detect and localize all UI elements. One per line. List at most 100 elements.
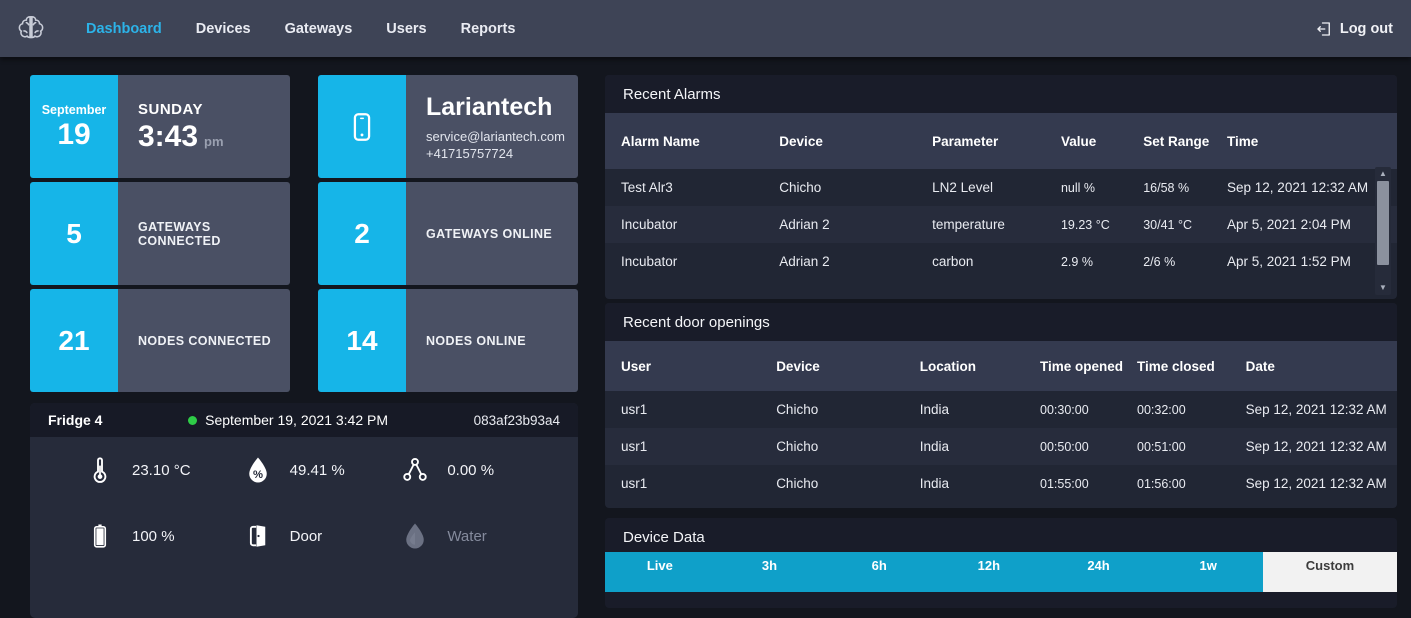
clock-time: 3:43 bbox=[138, 120, 199, 153]
recent-alarms-panel: Recent Alarms Alarm Name Device Parameter V… bbox=[605, 75, 1397, 299]
table-cell: LN2 Level bbox=[932, 180, 993, 195]
stat-value: 14 bbox=[346, 324, 378, 356]
stat-card-nodes-connected: 21 NODES CONNECTED bbox=[30, 289, 290, 392]
scroll-up-icon[interactable]: ▲ bbox=[1379, 170, 1387, 178]
time-range-bar: Live 3h 6h 12h 24h 1w Custom bbox=[605, 552, 1397, 592]
scrollbar-thumb[interactable] bbox=[1377, 181, 1389, 265]
clock-meridiem: pm bbox=[204, 134, 224, 149]
humidity-sensor: % 49.41 % bbox=[243, 437, 401, 503]
column-header: Time closed bbox=[1137, 358, 1215, 374]
stat-label: GATEWAYS ONLINE bbox=[426, 226, 553, 241]
table-cell: Incubator bbox=[621, 217, 678, 232]
logout-icon bbox=[1317, 21, 1330, 36]
nav-item-devices[interactable]: Devices bbox=[196, 21, 251, 37]
table-cell: Sep 12, 2021 12:32 AM bbox=[1245, 439, 1387, 454]
table-row: usr1 Chicho India 00:30:00 00:32:00 Sep 12, 2… bbox=[605, 391, 1397, 428]
table-cell: Adrian 2 bbox=[779, 254, 830, 269]
battery-icon bbox=[93, 524, 107, 548]
table-cell: Chicho bbox=[776, 402, 819, 417]
table-cell: 00:30:00 bbox=[1040, 402, 1089, 417]
table-cell: usr1 bbox=[621, 439, 648, 454]
sensor-grid: 23.10 °C % 49.41 % 0.00 % 100 % Door Wat… bbox=[30, 437, 578, 569]
column-header: Set Range bbox=[1143, 133, 1210, 149]
recent-door-openings-title: Recent door openings bbox=[605, 303, 1397, 341]
table-cell: Test Alr3 bbox=[621, 180, 673, 195]
table-cell: 2.9 % bbox=[1060, 254, 1093, 269]
alarms-table: Alarm Name Device Parameter Value Set Range T… bbox=[605, 113, 1397, 280]
stat-value: 5 bbox=[66, 217, 82, 249]
co2-value: 0.00 % bbox=[447, 461, 495, 479]
nav-item-users[interactable]: Users bbox=[386, 21, 426, 37]
table-cell: 01:56:00 bbox=[1137, 476, 1186, 491]
date-card-accent: September 19 bbox=[30, 75, 118, 178]
table-row: Incubator Adrian 2 temperature 19.23 °C 30/4… bbox=[605, 206, 1397, 243]
stat-card-gateways-connected: 5 GATEWAYS CONNECTED bbox=[30, 182, 290, 285]
alarms-scrollbar[interactable]: ▲ ▼ bbox=[1375, 167, 1391, 295]
table-cell: India bbox=[919, 476, 950, 491]
phone-icon bbox=[353, 112, 371, 141]
company-card: Lariantech service@lariantech.com +41715… bbox=[318, 75, 578, 178]
stat-label: GATEWAYS CONNECTED bbox=[138, 219, 221, 248]
table-cell: 2/6 % bbox=[1143, 254, 1176, 269]
stat-label: NODES ONLINE bbox=[426, 333, 526, 348]
device-status-panel: Fridge 4 September 19, 2021 3:42 PM 083a… bbox=[30, 403, 578, 618]
company-email: service@lariantech.com bbox=[426, 128, 565, 144]
range-tab-3h[interactable]: 3h bbox=[714, 552, 825, 592]
company-name: Lariantech bbox=[426, 92, 553, 121]
top-nav: Dashboard Devices Gateways Users Reports… bbox=[0, 0, 1411, 57]
thermometer-icon bbox=[93, 457, 107, 483]
water-value: Water bbox=[447, 527, 487, 545]
table-cell: Chicho bbox=[779, 180, 822, 195]
recent-alarms-title: Recent Alarms bbox=[605, 75, 1397, 113]
nav-item-reports[interactable]: Reports bbox=[461, 21, 516, 37]
temperature-sensor: 23.10 °C bbox=[85, 437, 243, 503]
table-cell: usr1 bbox=[621, 476, 648, 491]
date-card-body: SUNDAY 3:43 pm bbox=[118, 75, 290, 178]
scroll-down-icon[interactable]: ▼ bbox=[1379, 284, 1387, 292]
table-cell: Incubator bbox=[621, 254, 678, 269]
device-id: 083af23b93a4 bbox=[473, 412, 560, 428]
stat-value: 2 bbox=[354, 217, 370, 249]
brain-logo-icon[interactable] bbox=[14, 12, 48, 46]
table-row: Test Alr3 Chicho LN2 Level null % 16/58 % Sep… bbox=[605, 169, 1397, 206]
device-data-title: Device Data bbox=[605, 518, 1397, 556]
table-row: Incubator Adrian 2 carbon 2.9 % 2/6 % Apr 5, … bbox=[605, 243, 1397, 280]
humidity-icon: % bbox=[248, 457, 267, 483]
weekday-label: SUNDAY bbox=[138, 101, 203, 118]
range-tab-12h[interactable]: 12h bbox=[934, 552, 1044, 592]
table-cell: 00:50:00 bbox=[1040, 439, 1089, 454]
water-icon bbox=[406, 523, 425, 549]
column-header: Time bbox=[1227, 133, 1259, 149]
battery-value: 100 % bbox=[132, 527, 175, 545]
table-cell: 19.23 °C bbox=[1060, 217, 1110, 232]
table-cell: Apr 5, 2021 1:52 PM bbox=[1227, 254, 1351, 269]
company-card-body: Lariantech service@lariantech.com +41715… bbox=[406, 75, 578, 178]
co2-nodes-icon bbox=[403, 457, 428, 481]
table-cell: Sep 12, 2021 12:32 AM bbox=[1245, 402, 1387, 417]
recent-door-openings-panel: Recent door openings User Device Location T… bbox=[605, 303, 1397, 508]
date-card: September 19 SUNDAY 3:43 pm bbox=[30, 75, 290, 178]
nav-menu: Dashboard Devices Gateways Users Reports bbox=[86, 21, 515, 37]
table-cell: 00:51:00 bbox=[1137, 439, 1186, 454]
table-cell: India bbox=[919, 402, 950, 417]
custom-range-button[interactable]: Custom bbox=[1263, 552, 1397, 592]
logout-button[interactable]: Log out bbox=[1315, 20, 1393, 38]
range-tab-6h[interactable]: 6h bbox=[824, 552, 935, 592]
door-openings-table: User Device Location Time opened Time closed… bbox=[605, 341, 1397, 502]
column-header: User bbox=[621, 358, 652, 374]
nav-item-dashboard[interactable]: Dashboard bbox=[86, 21, 162, 37]
table-row: usr1 Chicho India 00:50:00 00:51:00 Sep 12, 2… bbox=[605, 428, 1397, 465]
range-tab-live[interactable]: Live bbox=[605, 552, 715, 592]
column-header: Device bbox=[779, 133, 823, 149]
range-tab-1w[interactable]: 1w bbox=[1153, 552, 1264, 592]
column-header: Alarm Name bbox=[621, 133, 700, 149]
door-sensor: Door bbox=[243, 503, 401, 569]
logout-label: Log out bbox=[1339, 20, 1393, 37]
nav-item-gateways[interactable]: Gateways bbox=[285, 21, 353, 37]
column-header: Date bbox=[1245, 358, 1275, 374]
column-header: Location bbox=[919, 358, 976, 374]
water-sensor: Water bbox=[400, 503, 558, 569]
day-number: 19 bbox=[57, 118, 91, 151]
range-tab-24h[interactable]: 24h bbox=[1043, 552, 1154, 592]
table-cell: 00:32:00 bbox=[1137, 402, 1186, 417]
